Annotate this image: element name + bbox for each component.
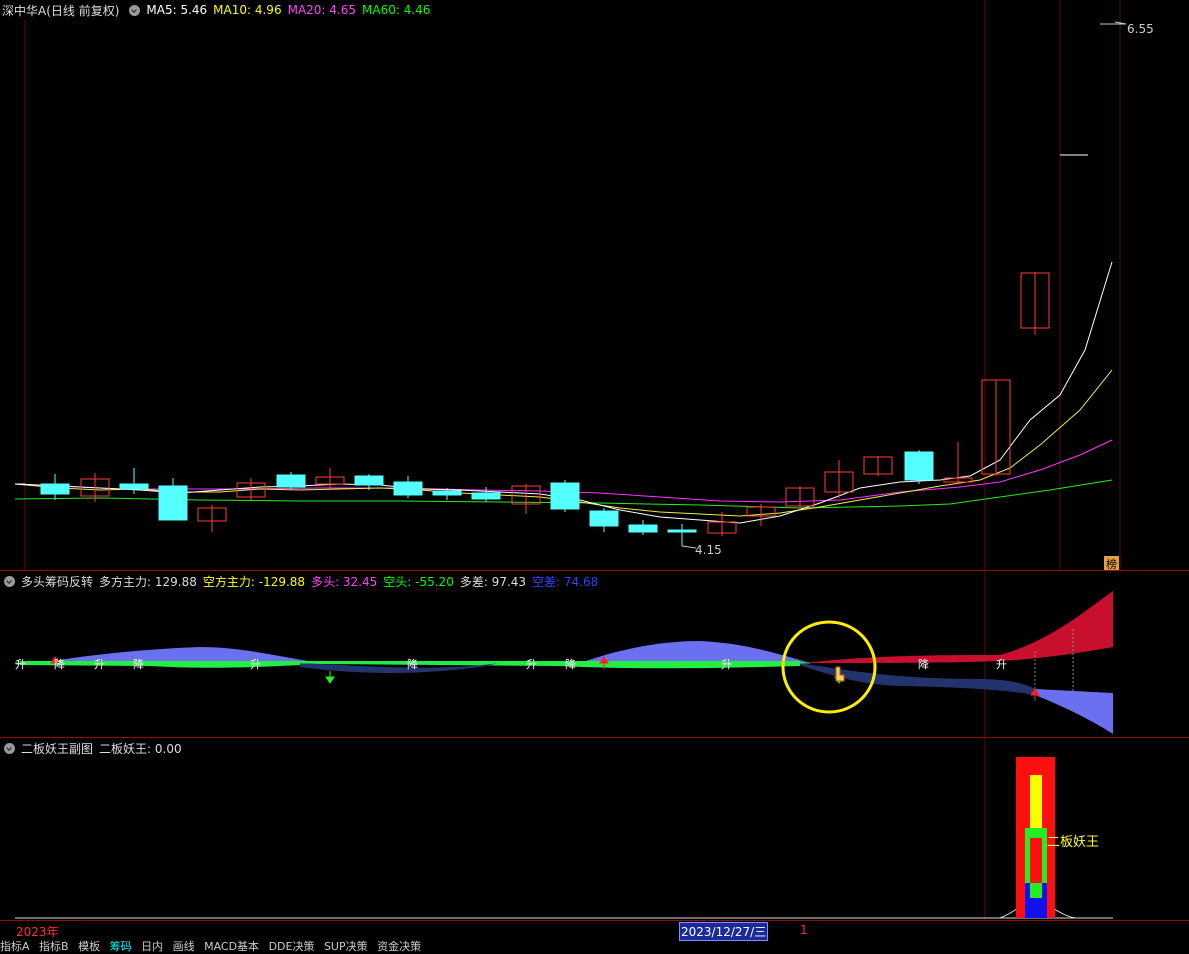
lavender-area-2 <box>580 641 810 663</box>
date-cursor-label: 2023/12/27/三 <box>679 922 769 941</box>
price-panel[interactable]: 深中华A(日线 前复权) MA5: 5.46 MA10: 4.96 MA20: … <box>0 0 1189 572</box>
signal-sheng-label: 升 <box>94 658 105 671</box>
tab-4[interactable]: 日内 <box>141 940 163 953</box>
highlight-circle <box>781 620 877 714</box>
signal-jiang-label: 降 <box>918 658 929 671</box>
price-low-label: 4.15 <box>695 543 722 557</box>
indicator2-panel[interactable]: 二板妖王副图 二板妖王: 0.00 二板妖王 <box>0 738 1189 920</box>
signal-sheng-label: 升 <box>996 658 1007 671</box>
tab-2[interactable]: 模板 <box>78 940 100 953</box>
candles <box>15 272 1050 546</box>
indicator-tabs: 指标A 指标B 模板 筹码 日内 画线 MACD基本 DDE决策 SUP决策 资… <box>0 938 427 953</box>
tab-0[interactable]: 指标A <box>0 940 30 953</box>
signal-sheng-label: 升 <box>721 658 732 671</box>
erban-label: 二板妖王 <box>1047 835 1100 850</box>
price-chart[interactable] <box>0 0 1189 570</box>
lavender-area-1 <box>40 647 320 663</box>
indicator1-chart[interactable] <box>0 571 1189 737</box>
tab-6[interactable]: MACD基本 <box>204 940 259 953</box>
tab-1[interactable]: 指标B <box>39 940 69 953</box>
signal-sheng-label: 升 <box>15 658 26 671</box>
signal-jiang-label: 降 <box>407 658 418 671</box>
price-low-marker <box>681 545 697 549</box>
signal-jiang-label: 降 <box>133 658 144 671</box>
signal-jiang-label: 降 <box>565 658 576 671</box>
tab-3[interactable]: 筹码 <box>110 940 132 953</box>
cursor-count: 1 <box>800 923 808 937</box>
price-high-marker <box>1060 21 1127 156</box>
blue-area <box>1035 689 1113 734</box>
price-high-label: 6.55 <box>1127 22 1154 36</box>
tab-5[interactable]: 画线 <box>173 940 195 953</box>
indicator2-chart[interactable] <box>0 738 1189 920</box>
tab-9[interactable]: 资金决策 <box>377 940 421 953</box>
tab-8[interactable]: SUP决策 <box>324 940 368 953</box>
signal-sheng-label: 升 <box>526 658 537 671</box>
tab-7[interactable]: DDE决策 <box>269 940 315 953</box>
signal-jiang-label: 降 <box>54 658 65 671</box>
signal-sheng-label: 升 <box>250 658 261 671</box>
indicator1-panel[interactable]: 多头筹码反转 多方主力: 129.88 空方主力: -129.88 多头: 32… <box>0 571 1189 737</box>
